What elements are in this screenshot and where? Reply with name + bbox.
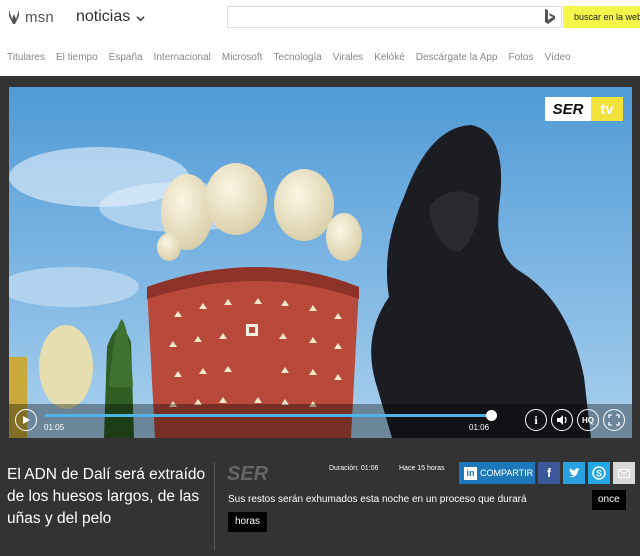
section-dropdown[interactable]: noticias: [76, 8, 145, 26]
mail-icon: [618, 468, 630, 478]
nav-item-microsoft[interactable]: Microsoft: [222, 52, 263, 72]
nav-item-tecnologia[interactable]: Tecnología: [273, 52, 321, 72]
msn-logo[interactable]: msn: [7, 8, 54, 26]
header: msn noticias buscar en la web: [0, 0, 640, 36]
nav-item-espana[interactable]: España: [109, 52, 143, 72]
search-button[interactable]: buscar en la web: [563, 6, 640, 28]
nav-item-descargate-app[interactable]: Descárgate la App: [416, 52, 498, 72]
caption-highlight: horas: [228, 512, 268, 532]
linkedin-share-button[interactable]: in COMPARTIR: [459, 462, 535, 484]
video-frame-image: [9, 87, 632, 438]
ser-source-logo: SER: [227, 463, 269, 484]
nav-item-virales[interactable]: Virales: [333, 52, 363, 72]
video-caption: Sus restos serán exhumados esta noche en…: [228, 494, 527, 505]
nav-item-keloke[interactable]: Kelóké: [374, 52, 405, 72]
svg-text:SER: SER: [227, 463, 269, 484]
article-headline[interactable]: El ADN de Dalí será extraído de los hues…: [7, 464, 207, 530]
player-controls: 01:05 01:06 i HQ: [9, 404, 632, 438]
play-button[interactable]: [15, 409, 37, 431]
email-share-button[interactable]: [613, 462, 635, 484]
video-player[interactable]: [9, 87, 632, 438]
skype-share-button[interactable]: S: [588, 462, 610, 484]
nav-item-internacional[interactable]: Internacional: [154, 52, 211, 72]
play-icon: [23, 416, 30, 424]
search-input[interactable]: [227, 6, 562, 28]
ser-badge-text: SER: [545, 97, 591, 121]
nav-item-el-tiempo[interactable]: El tiempo: [56, 52, 98, 72]
tv-badge-text: tv: [591, 97, 623, 121]
video-duration: Duración: 01:06: [329, 465, 379, 472]
volume-button[interactable]: [551, 409, 573, 431]
total-time: 01:06: [469, 423, 490, 432]
info-button[interactable]: i: [525, 409, 547, 431]
fullscreen-button[interactable]: [603, 409, 625, 431]
progress-bar[interactable]: [45, 410, 498, 421]
fullscreen-icon: [608, 414, 620, 426]
skype-icon: S: [592, 466, 606, 480]
bing-icon: [545, 9, 555, 24]
ser-tv-badge: SER tv: [545, 97, 623, 121]
svg-text:S: S: [596, 469, 602, 479]
nav-item-titulares[interactable]: Titulares: [7, 52, 45, 72]
share-label: COMPARTIR: [480, 468, 534, 478]
hq-button[interactable]: HQ: [577, 409, 599, 431]
twitter-icon: [569, 468, 580, 478]
publish-time: Hace 15 horas: [399, 465, 445, 472]
section-title: noticias: [76, 8, 131, 25]
butterfly-logo-icon: [9, 10, 19, 24]
current-time: 01:05: [44, 423, 65, 432]
linkedin-icon: in: [464, 466, 477, 480]
nav-item-video[interactable]: Vídeo: [545, 52, 571, 72]
divider: [214, 462, 215, 550]
caption-highlight: once: [592, 490, 626, 510]
volume-icon: [556, 415, 567, 425]
logo-text: msn: [25, 8, 54, 26]
chevron-down-icon: [136, 15, 145, 21]
category-nav: Titulares El tiempo España Internacional…: [0, 52, 640, 72]
facebook-share-button[interactable]: f: [538, 462, 560, 484]
facebook-icon: f: [547, 466, 551, 480]
progress-thumb[interactable]: [486, 410, 498, 421]
nav-item-fotos[interactable]: Fotos: [508, 52, 533, 72]
progress-fill: [45, 414, 492, 417]
twitter-share-button[interactable]: [563, 462, 585, 484]
